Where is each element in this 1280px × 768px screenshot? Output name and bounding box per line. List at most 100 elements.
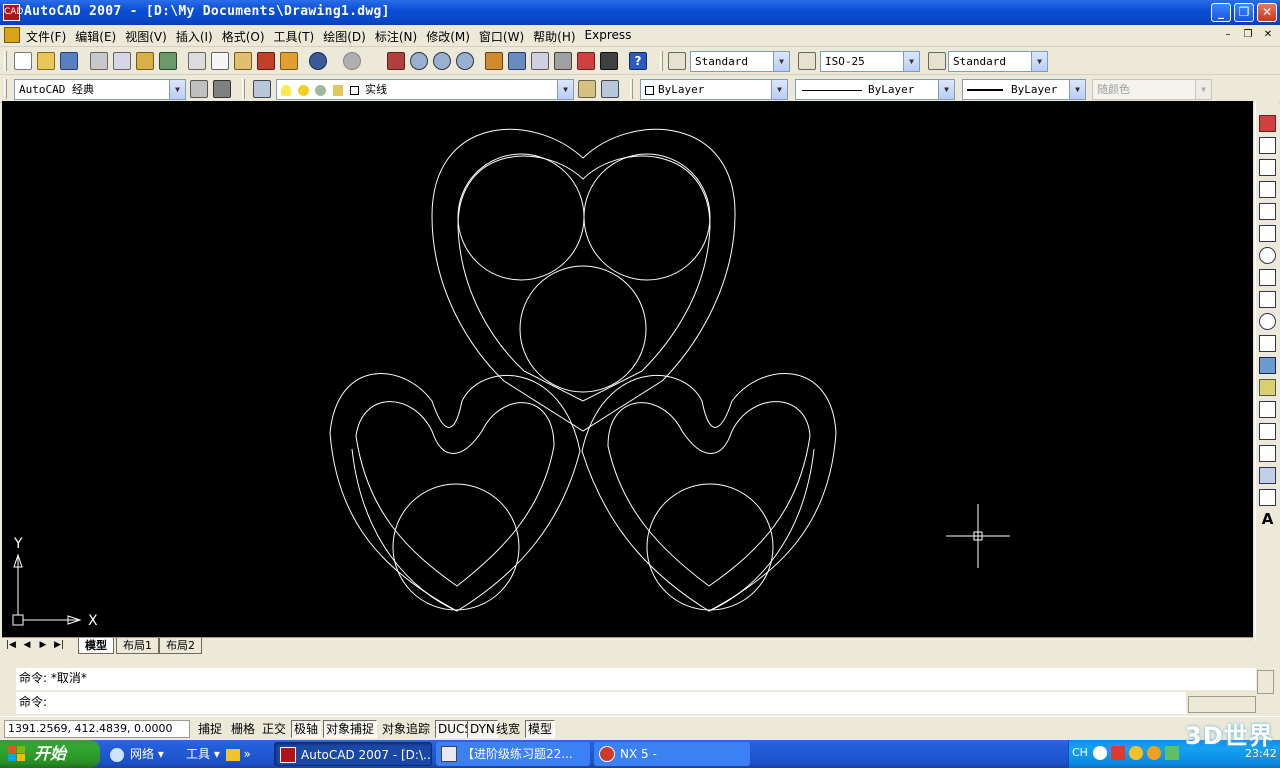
redo-icon[interactable]	[343, 52, 361, 70]
layer-previous-icon[interactable]	[601, 80, 619, 98]
menu-view[interactable]: 视图(V)	[123, 27, 172, 45]
copy-icon[interactable]	[211, 52, 229, 70]
make-current-layer-icon[interactable]	[578, 80, 596, 98]
multiline-text-icon[interactable]: A	[1259, 511, 1276, 528]
cut-icon[interactable]	[188, 52, 206, 70]
chevron-down-icon[interactable]: ▼	[557, 80, 573, 99]
menu-format[interactable]: 格式(O)	[220, 27, 270, 45]
status-toggle[interactable]: 对象捕捉	[323, 720, 378, 738]
clock[interactable]: 23:42	[1245, 747, 1277, 760]
layer-manager-icon[interactable]	[253, 80, 271, 98]
layer-select[interactable]: 实线 ▼	[276, 79, 574, 100]
chevron-down-icon[interactable]: ▼	[169, 80, 185, 99]
block-editor-icon[interactable]	[280, 52, 298, 70]
close-button[interactable]: ✕	[1257, 3, 1277, 22]
status-toggle[interactable]: 正交	[259, 720, 289, 738]
task-autocad[interactable]: AutoCAD 2007 - [D:\...	[274, 742, 432, 766]
status-toggle[interactable]: 线宽	[493, 720, 523, 738]
toolbar-grip[interactable]	[4, 79, 7, 99]
publish-icon[interactable]	[136, 52, 154, 70]
first-tab-icon[interactable]: |◀	[4, 639, 18, 653]
plot-icon[interactable]	[90, 52, 108, 70]
dim-style-icon[interactable]	[798, 52, 816, 70]
menu-express[interactable]: Express	[583, 27, 637, 45]
design-center-icon[interactable]	[508, 52, 526, 70]
menu-help[interactable]: 帮助(H)	[531, 27, 580, 45]
3d-dwf-icon[interactable]	[159, 52, 177, 70]
toolbar-grip[interactable]	[242, 79, 245, 99]
command-scrollbar[interactable]	[1257, 670, 1274, 694]
color-select[interactable]: ByLayer ▼	[640, 79, 788, 100]
pan-icon[interactable]	[387, 52, 405, 70]
match-properties-icon[interactable]	[257, 52, 275, 70]
status-toggle[interactable]: 栅格	[228, 720, 258, 738]
spline-icon[interactable]	[1259, 291, 1276, 308]
ellipse-arc-icon[interactable]	[1259, 335, 1276, 352]
tool-palettes-icon[interactable]	[531, 52, 549, 70]
text-style-select[interactable]: Standard ▼	[690, 51, 790, 72]
ime-icon[interactable]	[1111, 746, 1125, 760]
workspace-settings-icon[interactable]	[190, 80, 208, 98]
toolbar-grip[interactable]	[630, 79, 633, 99]
polyline-icon[interactable]	[1259, 159, 1276, 176]
help-tray-icon[interactable]	[1093, 746, 1107, 760]
coordinate-readout[interactable]: 1391.2569, 412.4839, 0.0000	[4, 720, 190, 738]
chevron-down-icon[interactable]: ▼	[1069, 80, 1085, 99]
workspace-select[interactable]: AutoCAD 经典 ▼	[14, 79, 186, 100]
dim-style-select[interactable]: ISO-25 ▼	[820, 51, 920, 72]
toolbar-grip[interactable]	[4, 51, 7, 71]
drawing-canvas[interactable]: Y X	[2, 101, 1253, 637]
menu-edit[interactable]: 编辑(E)	[73, 27, 121, 45]
menu-tools[interactable]: 工具(T)	[272, 27, 320, 45]
open-icon[interactable]	[37, 52, 55, 70]
command-input[interactable]: 命令:	[16, 692, 1186, 714]
table-style-icon[interactable]	[928, 52, 946, 70]
doc-close-button[interactable]: ✕	[1260, 28, 1276, 42]
start-button[interactable]: 开始	[0, 740, 100, 768]
lock-icon[interactable]	[332, 84, 343, 96]
help-icon[interactable]: ?	[629, 52, 647, 70]
next-tab-icon[interactable]: ▶	[36, 639, 50, 653]
sheet-set-icon[interactable]	[554, 52, 572, 70]
insert-block-icon[interactable]	[1259, 357, 1276, 374]
properties-icon[interactable]	[485, 52, 503, 70]
chevron-down-icon[interactable]: ▼	[773, 52, 789, 71]
status-toggle[interactable]: 捕捉	[195, 720, 225, 738]
text-style-icon[interactable]	[668, 52, 686, 70]
circle-icon[interactable]	[1259, 247, 1276, 264]
restore-button[interactable]: ❐	[1234, 3, 1254, 22]
ellipse-icon[interactable]	[1259, 313, 1276, 330]
tab-model[interactable]: 模型	[78, 638, 114, 654]
undo-icon[interactable]	[309, 52, 327, 70]
menu-file[interactable]: 文件(F)	[24, 27, 71, 45]
status-toggle[interactable]: 对象追踪	[379, 720, 433, 738]
menu-window[interactable]: 窗口(W)	[477, 27, 529, 45]
lightbulb-icon[interactable]	[281, 84, 291, 96]
arc-icon[interactable]	[1259, 225, 1276, 242]
language-indicator[interactable]: CH	[1072, 746, 1088, 759]
autocad-app-icon[interactable]: CAD	[3, 4, 23, 21]
markup-icon[interactable]	[577, 52, 595, 70]
document-icon[interactable]	[4, 27, 20, 43]
qq-icon[interactable]	[1129, 746, 1143, 760]
prev-tab-icon[interactable]: ◀	[20, 639, 34, 653]
zoom-previous-icon[interactable]	[456, 52, 474, 70]
table-icon[interactable]	[1259, 489, 1276, 506]
doc-minimize-button[interactable]: –	[1220, 28, 1236, 42]
new-icon[interactable]	[14, 52, 32, 70]
zoom-window-icon[interactable]	[433, 52, 451, 70]
chevron-down-icon[interactable]: ▼	[771, 80, 787, 99]
save-icon[interactable]	[60, 52, 78, 70]
zoom-realtime-icon[interactable]	[410, 52, 428, 70]
polygon-icon[interactable]	[1259, 181, 1276, 198]
menu-draw[interactable]: 绘图(D)	[321, 27, 371, 45]
quicklaunch-network[interactable]: 网络 ▾	[110, 742, 164, 766]
status-toggle[interactable]: 极轴	[291, 720, 322, 738]
security-icon[interactable]	[1147, 746, 1161, 760]
plot-preview-icon[interactable]	[113, 52, 131, 70]
revision-cloud-icon[interactable]	[1259, 269, 1276, 286]
tab-layout1[interactable]: 布局1	[116, 638, 159, 654]
construction-line-icon[interactable]	[1259, 137, 1276, 154]
chevron-down-icon[interactable]: ▼	[903, 52, 919, 71]
quickcalc-icon[interactable]	[600, 52, 618, 70]
